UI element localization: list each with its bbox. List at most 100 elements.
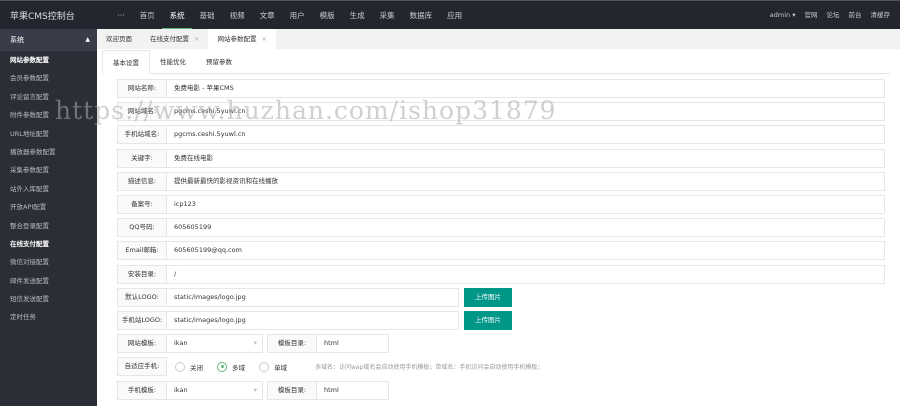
sidebar-item[interactable]: 附件参数配置	[0, 106, 97, 124]
form-row: 网站模板:ikan模板目录:html	[117, 334, 389, 354]
template-dir-input[interactable]: html	[317, 334, 389, 354]
nav-item[interactable]: 生成	[342, 1, 372, 30]
field-label: 网站名称:	[117, 79, 167, 98]
template-select[interactable]: ikan	[167, 334, 263, 354]
form-row: Email邮箱: 605605199@qq.com	[117, 241, 885, 261]
upload-image-button[interactable]: 上传图片	[464, 287, 512, 307]
field-label: 模板目录:	[267, 380, 317, 400]
form-row: 关键字: 免费在线电影	[117, 148, 885, 168]
tab-label: 网站参数配置	[217, 35, 257, 43]
form-row: 手机站域名: pgcms.ceshi.5yuwl.cn	[117, 125, 885, 145]
sidebar-item[interactable]: 站外入库配置	[0, 180, 97, 198]
subtab[interactable]: 性能优化	[150, 50, 196, 73]
sidebar-item[interactable]: 评论留言配置	[0, 88, 97, 106]
header-link[interactable]: 官网	[805, 1, 818, 30]
sidebar-item[interactable]: 定时任务	[0, 308, 97, 326]
nav-item[interactable]: 文章	[252, 1, 282, 30]
subtab[interactable]: 基本设置	[102, 50, 150, 74]
template-select[interactable]: ikan	[167, 380, 263, 400]
radio-icon[interactable]	[217, 361, 227, 372]
sidebar-header[interactable]: 系统 ▲	[0, 29, 97, 51]
text-input[interactable]: icp123	[167, 195, 885, 214]
nav-item[interactable]: 基础	[192, 1, 222, 30]
form-row: 默认LOGO: static/images/logo.jpg 上传图片	[117, 287, 512, 307]
sidebar-item[interactable]: 在线支付配置	[0, 235, 97, 253]
radio-label: 多域	[232, 363, 245, 372]
sidebar-item[interactable]: 网站参数配置	[0, 51, 97, 69]
collapse-arrow-icon: ▲	[85, 36, 90, 43]
nav-item[interactable]: 应用	[440, 1, 470, 30]
header-link[interactable]: 论坛	[827, 1, 840, 30]
page-tabs: 欢迎页面 在线支付配置 × 网站参数配置 ×	[97, 29, 900, 49]
field-label: 自适应手机:	[117, 357, 167, 377]
sidebar-item[interactable]: 播放器参数配置	[0, 143, 97, 161]
radio-option[interactable]: 关闭	[175, 361, 203, 372]
nav-item[interactable]: 首页	[132, 1, 162, 30]
text-input[interactable]: 提供最新最快的影视资讯和在线播放	[167, 171, 885, 191]
subtab[interactable]: 预留参数	[196, 50, 242, 73]
nav-item[interactable]: 模版	[312, 1, 342, 30]
sidebar-header-label: 系统	[10, 36, 24, 44]
page-tab[interactable]: 在线支付配置 ×	[141, 29, 208, 49]
form-row: 网站名称: 免费电影 - 苹果CMS	[117, 79, 885, 98]
logo-path-input[interactable]: static/images/logo.jpg	[167, 287, 459, 307]
field-label: Email邮箱:	[117, 241, 167, 261]
text-input[interactable]: /	[167, 264, 885, 284]
user-dropdown[interactable]: admin ▾	[770, 1, 796, 30]
nav-item[interactable]: 系统	[162, 1, 193, 30]
text-input[interactable]: 免费电影 - 苹果CMS	[167, 79, 885, 98]
text-input[interactable]: 免费在线电影	[167, 148, 885, 168]
field-label: 安装目录:	[117, 264, 167, 284]
header-link[interactable]: 清缓存	[871, 1, 891, 30]
sidebar-item[interactable]: 会员参数配置	[0, 69, 97, 87]
radio-icon[interactable]	[259, 361, 269, 372]
header-link[interactable]: 前台	[849, 1, 862, 30]
form-row: 手机模板:ikan模板目录:html	[117, 380, 389, 400]
field-label: 手机站LOGO:	[117, 311, 167, 330]
radio-option[interactable]: 单域	[259, 361, 287, 372]
sidebar-item[interactable]: 微信对接配置	[0, 253, 97, 271]
text-input[interactable]: pgcms.ceshi.5yuwl.cn	[167, 102, 885, 122]
page-tab[interactable]: 欢迎页面	[97, 29, 141, 49]
nav-item[interactable]: 数据库	[402, 1, 440, 30]
field-label: 模板目录:	[267, 334, 317, 354]
text-input[interactable]: 605605199@qq.com	[167, 241, 885, 261]
text-input[interactable]: pgcms.ceshi.5yuwl.cn	[167, 125, 885, 145]
radio-icon[interactable]	[175, 361, 185, 372]
page-tab[interactable]: 网站参数配置 ×	[208, 29, 276, 49]
sidebar-item[interactable]: 邮件发送配置	[0, 272, 97, 290]
field-label: 手机模板:	[117, 380, 167, 400]
form-row: 手机站LOGO: static/images/logo.jpg 上传图片	[117, 311, 512, 330]
sidebar-item[interactable]: 短信发送配置	[0, 290, 97, 308]
sidebar-item[interactable]: 整合登录配置	[0, 217, 97, 235]
upload-image-button[interactable]: 上传图片	[464, 311, 512, 330]
nav-item[interactable]: ···	[110, 1, 132, 30]
sidebar-item[interactable]: URL地址配置	[0, 125, 97, 143]
nav-item[interactable]: 视频	[222, 1, 252, 30]
close-icon[interactable]: ×	[194, 35, 199, 43]
field-label: 描述信息:	[117, 171, 167, 191]
form-row: 描述信息: 提供最新最快的影视资讯和在线播放	[117, 171, 885, 191]
nav-item[interactable]: 用户	[282, 1, 312, 30]
field-label: 备案号:	[117, 195, 167, 214]
logo-path-input[interactable]: static/images/logo.jpg	[167, 311, 459, 330]
form-row: QQ号码: 605605199	[117, 218, 885, 238]
nav-item[interactable]: 采集	[372, 1, 402, 30]
settings-subtabs: 基本设置 性能优化 预留参数	[102, 50, 890, 74]
field-label: 关键字:	[117, 148, 167, 168]
template-dir-input[interactable]: html	[317, 380, 389, 400]
sidebar-item[interactable]: 开放API配置	[0, 198, 97, 216]
top-bar: 苹果CMS控制台 ··· 首页 系统 基础 视频 文章 用户 模版 生成 采集 数据库 应用 admi…	[0, 0, 900, 30]
user-menu: admin ▾ 官网 论坛 前台 清缓存	[770, 1, 890, 30]
form-row: 自适应手机: 关闭 多域 单域 多域名：访问wap域名会自动使用手机模板；单域名：手机访…	[117, 357, 543, 377]
app-title: 苹果CMS控制台	[10, 12, 75, 22]
tab-label: 在线支付配置	[150, 35, 189, 43]
radio-option[interactable]: 多域	[217, 361, 245, 372]
field-label: 网站域名:	[117, 102, 167, 122]
radio-label: 单域	[274, 363, 287, 372]
close-icon[interactable]: ×	[261, 35, 266, 43]
sidebar-item[interactable]: 采集参数配置	[0, 161, 97, 179]
field-label: 手机站域名:	[117, 125, 167, 145]
sidebar: 系统 ▲ 网站参数配置 会员参数配置 评论留言配置 附件参数配置 URL地址配置 播放器参数…	[0, 29, 97, 406]
text-input[interactable]: 605605199	[167, 218, 885, 238]
